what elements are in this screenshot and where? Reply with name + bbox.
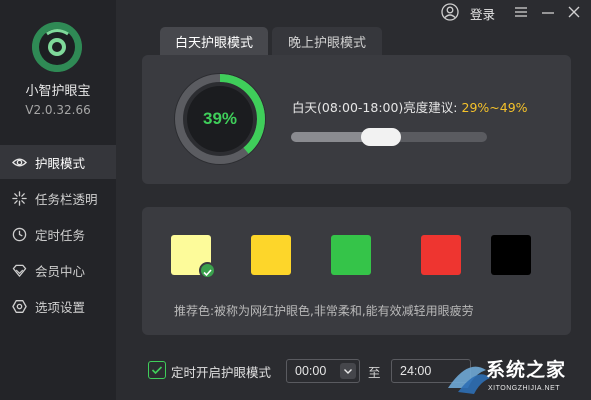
color-panel: 推荐色:被称为网红护眼色,非常柔和,能有效减轻用眼疲劳	[142, 207, 571, 335]
app-version: V2.0.32.66	[25, 103, 91, 117]
color-swatch-red[interactable]	[421, 235, 461, 275]
user-avatar-icon[interactable]	[441, 3, 459, 21]
slider-thumb[interactable]	[361, 128, 402, 146]
app-name: 小智护眼宝	[25, 84, 91, 99]
brightness-percent: 39%	[202, 109, 238, 128]
hexagon-gear-icon	[12, 299, 27, 313]
color-swatch-green[interactable]	[331, 235, 371, 275]
brightness-suggestion: 白天(08:00-18:00)亮度建议: 29%~49%	[292, 97, 528, 116]
slider-fill	[291, 132, 368, 142]
sparkle-icon	[12, 190, 27, 206]
schedule-checkbox[interactable]	[148, 361, 166, 379]
color-swatch-yellow[interactable]	[251, 235, 291, 275]
time-separator: 至	[368, 365, 381, 380]
suggestion-label: 白天(08:00-18:00)亮度建议:	[292, 100, 458, 115]
start-time-select[interactable]: 00:00	[286, 359, 360, 383]
sidebar-item-label: 护眼模式	[35, 155, 86, 171]
sidebar-item-member-center[interactable]: 会员中心	[0, 253, 116, 287]
sidebar-item-taskbar-transparent[interactable]: 任务栏透明	[0, 181, 116, 215]
watermark-subtext: XITONGZHIJIA.NET	[488, 385, 561, 392]
tab-night-mode[interactable]: 晚上护眼模式	[272, 27, 382, 55]
brightness-panel: 39% 白天(08:00-18:00)亮度建议: 29%~49%	[142, 55, 571, 184]
start-time-value: 00:00	[295, 364, 327, 378]
suggestion-range: 29%~49%	[461, 100, 528, 115]
sidebar-item-label: 定时任务	[35, 227, 86, 243]
schedule-label: 定时开启护眼模式	[171, 365, 272, 380]
sidebar-item-eye-mode[interactable]: 护眼模式	[0, 145, 116, 179]
sidebar-item-label: 任务栏透明	[35, 191, 98, 207]
sidebar: 小智护眼宝 V2.0.32.66 护眼模式 任务栏透明 定时任务 会员中心 选项…	[0, 0, 116, 400]
sidebar-item-settings[interactable]: 选项设置	[0, 289, 116, 323]
app-logo	[32, 22, 82, 72]
color-hint: 推荐色:被称为网红护眼色,非常柔和,能有效减轻用眼疲劳	[174, 304, 474, 318]
end-time-value: 24:00	[400, 364, 432, 378]
sidebar-item-label: 选项设置	[35, 299, 86, 315]
color-swatch-black[interactable]	[491, 235, 531, 275]
login-link[interactable]: 登录	[470, 4, 495, 23]
eye-icon	[12, 158, 27, 166]
sidebar-item-scheduled-tasks[interactable]: 定时任务	[0, 217, 116, 251]
sidebar-item-label: 会员中心	[35, 263, 86, 279]
watermark-text: 系统之家	[486, 359, 567, 381]
diamond-icon	[12, 264, 27, 277]
minimize-icon[interactable]	[540, 4, 556, 20]
close-icon[interactable]	[566, 4, 582, 20]
clock-icon	[12, 227, 27, 241]
tab-day-mode[interactable]: 白天护眼模式	[160, 27, 268, 55]
menu-icon[interactable]	[513, 4, 529, 20]
selected-check-icon	[199, 262, 216, 279]
chevron-down-icon	[340, 363, 356, 379]
